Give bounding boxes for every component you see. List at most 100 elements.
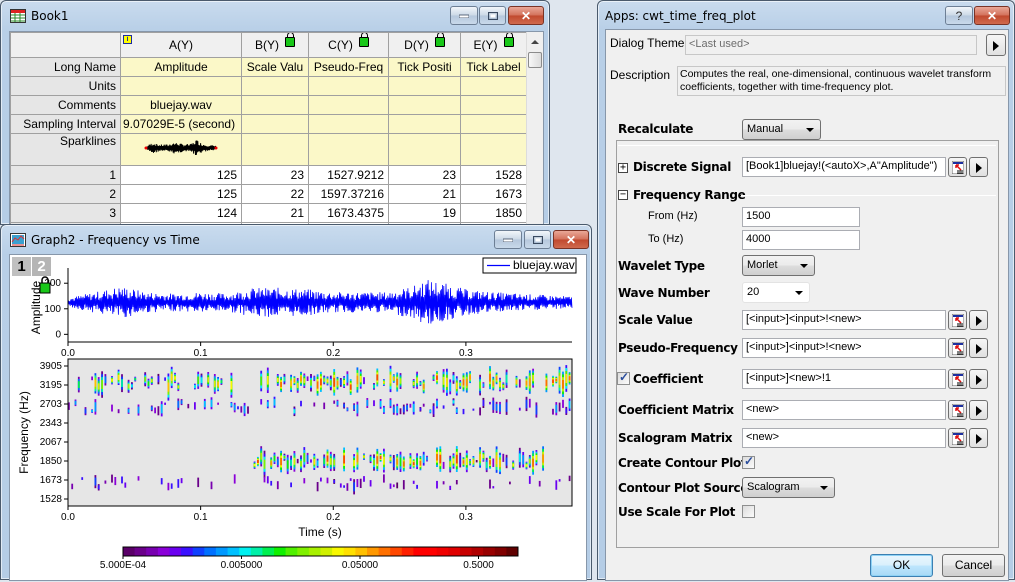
- cell[interactable]: 22: [241, 184, 309, 204]
- cell[interactable]: bluejay.wav: [120, 95, 242, 115]
- vertical-scrollbar[interactable]: [526, 32, 543, 225]
- column-header-a[interactable]: i A(Y): [120, 32, 242, 58]
- row-label[interactable]: Sparklines: [10, 133, 121, 166]
- info-icon[interactable]: i: [123, 35, 132, 44]
- cell[interactable]: Pseudo-Freq: [308, 57, 389, 77]
- cell[interactable]: Tick Positi: [388, 57, 461, 77]
- cell[interactable]: 23: [241, 165, 309, 185]
- scroll-thumb[interactable]: [528, 52, 542, 68]
- cell[interactable]: [241, 95, 309, 115]
- cell[interactable]: 124: [120, 203, 242, 223]
- row-label[interactable]: Comments: [10, 95, 121, 115]
- column-header-e[interactable]: E(Y): [460, 32, 527, 58]
- cell[interactable]: [308, 133, 389, 166]
- cell[interactable]: [241, 114, 309, 134]
- corner-cell[interactable]: [10, 32, 121, 58]
- cell[interactable]: [308, 114, 389, 134]
- dialog-titlebar[interactable]: Apps: cwt_time_freq_plot ? ✕: [598, 1, 1014, 31]
- collapse-icon[interactable]: −: [618, 190, 628, 200]
- scalogram-matrix-field[interactable]: <new>: [742, 428, 946, 448]
- scalogram-matrix-menu-button[interactable]: [969, 428, 988, 448]
- column-header-b[interactable]: B(Y): [241, 32, 309, 58]
- cell[interactable]: Amplitude: [120, 57, 242, 77]
- row-number[interactable]: 1: [10, 165, 121, 185]
- select-range-button[interactable]: [948, 338, 967, 358]
- cell[interactable]: [308, 76, 389, 96]
- pseudo-frequency-menu-button[interactable]: [969, 338, 988, 358]
- select-range-button[interactable]: [948, 157, 967, 177]
- select-range-button[interactable]: [948, 369, 967, 389]
- row-number[interactable]: 3: [10, 203, 121, 223]
- graph2-titlebar[interactable]: Graph2 - Frequency vs Time ✕: [1, 225, 591, 255]
- cell[interactable]: 1850: [460, 203, 527, 223]
- coefficient-checkbox[interactable]: [617, 370, 630, 385]
- lock-icon[interactable]: [503, 33, 514, 47]
- contour-source-dropdown[interactable]: Scalogram: [742, 477, 835, 498]
- coefficient-menu-button[interactable]: [969, 369, 988, 389]
- select-range-button[interactable]: [948, 310, 967, 330]
- cell[interactable]: [460, 76, 527, 96]
- ok-button[interactable]: OK: [870, 554, 933, 577]
- column-header-c[interactable]: C(Y): [308, 32, 389, 58]
- maximize-button[interactable]: [524, 230, 551, 249]
- coefficient-matrix-field[interactable]: <new>: [742, 400, 946, 420]
- minimize-button[interactable]: [494, 230, 522, 249]
- graph-page[interactable]: 0 100 200 0.0 0.1 0.2 0.3 Amplitude bluejay.wav 1…: [9, 254, 587, 581]
- lock-icon[interactable]: [358, 33, 369, 47]
- row-label[interactable]: Long Name: [10, 57, 121, 77]
- lock-icon[interactable]: [434, 33, 445, 47]
- select-range-button[interactable]: [948, 400, 967, 420]
- cell[interactable]: 21: [388, 184, 461, 204]
- cell[interactable]: [460, 95, 527, 115]
- cell[interactable]: Tick Label: [460, 57, 527, 77]
- cell[interactable]: [388, 133, 461, 166]
- row-number[interactable]: 2: [10, 184, 121, 204]
- scale-value-menu-button[interactable]: [969, 310, 988, 330]
- cell[interactable]: [460, 133, 527, 166]
- minimize-button[interactable]: [450, 6, 478, 25]
- cell[interactable]: 1528: [460, 165, 527, 185]
- cell[interactable]: [388, 76, 461, 96]
- lock-icon[interactable]: [285, 33, 295, 47]
- close-button[interactable]: ✕: [508, 6, 544, 25]
- expand-icon[interactable]: +: [618, 163, 628, 173]
- scroll-up-icon[interactable]: [531, 40, 539, 44]
- use-scale-checkbox[interactable]: [742, 505, 755, 518]
- dialog-theme-menu-button[interactable]: [986, 34, 1006, 56]
- select-range-button[interactable]: [948, 428, 967, 448]
- to-field[interactable]: 4000: [742, 230, 860, 250]
- cell[interactable]: [308, 95, 389, 115]
- discrete-signal-field[interactable]: [Book1]bluejay!(<autoX>,A"Amplitude"): [742, 157, 946, 177]
- sparkline-cell[interactable]: [120, 133, 242, 166]
- maximize-button[interactable]: [479, 6, 506, 25]
- scale-value-field[interactable]: [<input>]<input>!<new>: [742, 310, 946, 330]
- help-button[interactable]: ?: [945, 6, 973, 25]
- cell[interactable]: [460, 114, 527, 134]
- layer-tab-2[interactable]: 2: [32, 257, 51, 276]
- cancel-button[interactable]: Cancel: [942, 554, 1005, 577]
- coefficient-matrix-menu-button[interactable]: [969, 400, 988, 420]
- worksheet-grid[interactable]: i A(Y) B(Y) C(Y) D(Y) E(Y) Long Name Ampl…: [9, 31, 544, 226]
- cell[interactable]: Scale Valu: [241, 57, 309, 77]
- cell[interactable]: [388, 114, 461, 134]
- pseudo-frequency-field[interactable]: [<input>]<input>!<new>: [742, 338, 946, 358]
- wave-number-dropdown[interactable]: 20: [742, 282, 810, 303]
- cell[interactable]: 19: [388, 203, 461, 223]
- discrete-signal-menu-button[interactable]: [969, 157, 988, 177]
- close-button[interactable]: ✕: [553, 230, 589, 249]
- coefficient-field[interactable]: [<input>]<new>!1: [742, 369, 946, 389]
- cell[interactable]: 1673: [460, 184, 527, 204]
- cell[interactable]: [241, 76, 309, 96]
- cell[interactable]: 125: [120, 165, 242, 185]
- cell[interactable]: 1673.4375: [308, 203, 389, 223]
- cell[interactable]: 125: [120, 184, 242, 204]
- row-label[interactable]: Sampling Interval: [10, 114, 121, 134]
- wavelet-type-dropdown[interactable]: Morlet: [742, 255, 815, 276]
- recalculate-dropdown[interactable]: Manual: [742, 119, 821, 140]
- cell[interactable]: 23: [388, 165, 461, 185]
- layer-tab-1[interactable]: 1: [12, 257, 31, 276]
- cell[interactable]: [388, 95, 461, 115]
- row-label[interactable]: Units: [10, 76, 121, 96]
- close-button[interactable]: ✕: [974, 6, 1010, 25]
- book1-titlebar[interactable]: Book1 ✕: [1, 1, 549, 31]
